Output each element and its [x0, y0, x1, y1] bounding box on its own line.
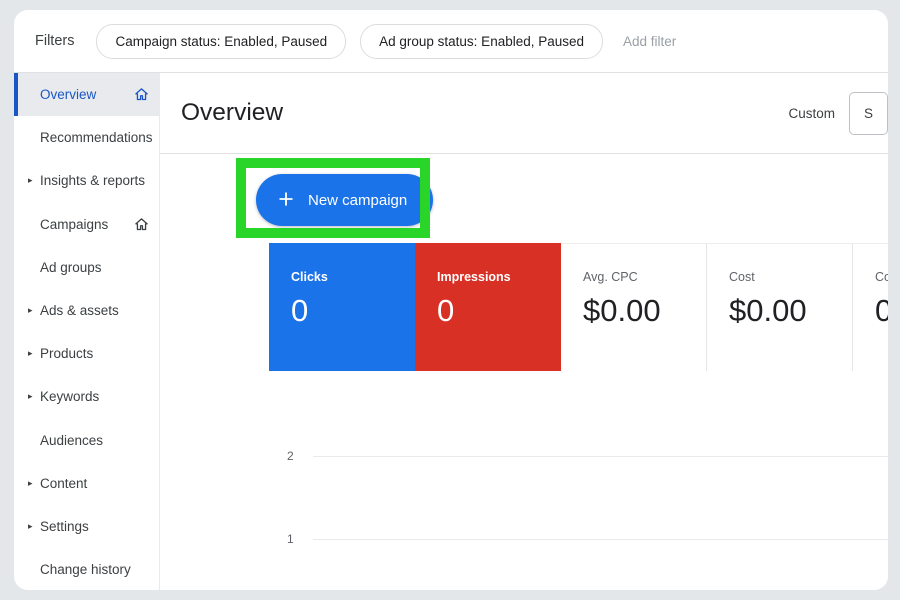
sidebar-item-label: Recommendations	[40, 130, 153, 146]
metric-label: Clicks	[291, 270, 328, 284]
sidebar-item-label: Settings	[40, 518, 89, 534]
filter-chip-campaign-status[interactable]: Campaign status: Enabled, Paused	[96, 23, 347, 59]
y-axis-tick-1: 1	[287, 532, 294, 546]
chevron-right-icon: ▸	[28, 520, 33, 531]
sidebar-item-settings[interactable]: ▸ Settings	[14, 505, 159, 548]
sidebar-item-ads-assets[interactable]: ▸ Ads & assets	[14, 289, 159, 332]
metric-value: $0.00	[729, 293, 807, 328]
google-ads-app-card: Filters Campaign status: Enabled, Paused…	[14, 10, 888, 590]
home-icon	[134, 217, 149, 232]
chevron-right-icon: ▸	[28, 477, 33, 488]
metric-label: Con	[875, 270, 888, 284]
filters-label: Filters	[35, 33, 75, 49]
metric-card-cost[interactable]: Cost $0.00	[707, 243, 853, 371]
sidebar-item-label: Campaigns	[40, 216, 109, 232]
sidebar-item-label: Products	[40, 346, 94, 362]
sidebar-item-change-history[interactable]: Change history	[14, 548, 159, 590]
metric-card-conversions[interactable]: Con 0.	[853, 243, 888, 371]
chevron-right-icon: ▸	[28, 391, 33, 402]
y-axis-tick-2: 2	[287, 449, 294, 463]
metric-label: Impressions	[437, 270, 511, 284]
metric-cards-row: Clicks 0 Impressions 0 Avg. CPC $0.00 Co…	[269, 243, 888, 371]
sidebar-item-campaigns[interactable]: Campaigns	[14, 203, 159, 246]
filter-bar: Filters Campaign status: Enabled, Paused…	[14, 10, 888, 73]
page-title: Overview	[181, 99, 284, 126]
body-area: Overview Recommendations ▸ Insights & re…	[14, 73, 888, 590]
plus-icon	[276, 189, 296, 212]
sidebar-item-label: Overview	[40, 87, 97, 103]
metric-card-clicks[interactable]: Clicks 0	[269, 243, 415, 371]
page-header: Overview Custom S	[160, 73, 888, 154]
metric-value: 0	[437, 293, 455, 328]
sidebar-item-label: Keywords	[40, 389, 100, 405]
sidebar-item-keywords[interactable]: ▸ Keywords	[14, 375, 159, 418]
sidebar-item-overview[interactable]: Overview	[14, 73, 159, 117]
metric-value: 0	[291, 293, 309, 328]
sidebar: Overview Recommendations ▸ Insights & re…	[14, 73, 160, 590]
sidebar-item-label: Content	[40, 475, 88, 491]
sidebar-item-label: Ads & assets	[40, 303, 119, 319]
sidebar-item-products[interactable]: ▸ Products	[14, 332, 159, 375]
sidebar-item-label: Ad groups	[40, 259, 102, 275]
metric-card-impressions[interactable]: Impressions 0	[415, 243, 561, 371]
metric-label: Cost	[729, 270, 755, 284]
sidebar-item-label: Change history	[40, 562, 131, 578]
date-controls: Custom S	[788, 73, 888, 153]
sidebar-item-ad-groups[interactable]: Ad groups	[14, 246, 159, 289]
chevron-right-icon: ▸	[28, 348, 33, 359]
sidebar-item-label: Insights & reports	[40, 173, 146, 189]
gridline-y2	[313, 456, 888, 457]
new-campaign-button[interactable]: New campaign	[256, 174, 434, 226]
main-content: Overview Custom S New campaign Clicks 0	[160, 73, 888, 590]
filter-chip-ad-group-status[interactable]: Ad group status: Enabled, Paused	[360, 23, 604, 59]
date-preset-label[interactable]: Custom	[788, 106, 835, 121]
sidebar-item-insights-reports[interactable]: ▸ Insights & reports	[14, 159, 159, 202]
new-campaign-label: New campaign	[308, 191, 408, 209]
sidebar-item-recommendations[interactable]: Recommendations	[14, 116, 159, 159]
chevron-right-icon: ▸	[28, 305, 33, 316]
date-range-selector[interactable]: S	[848, 91, 888, 135]
performance-chart: 2 1 0 Sep 2, 2023	[269, 371, 888, 590]
sidebar-item-label: Audiences	[40, 432, 104, 448]
metric-value: 0.	[875, 293, 888, 328]
metric-label: Avg. CPC	[583, 270, 638, 284]
home-icon	[134, 87, 149, 102]
metric-value: $0.00	[583, 293, 661, 328]
add-filter-button[interactable]: Add filter	[617, 34, 682, 49]
metric-card-avg-cpc[interactable]: Avg. CPC $0.00	[561, 243, 707, 371]
sidebar-item-content[interactable]: ▸ Content	[14, 462, 159, 505]
chevron-right-icon: ▸	[28, 175, 33, 186]
sidebar-item-audiences[interactable]: Audiences	[14, 419, 159, 462]
gridline-y1	[313, 539, 888, 540]
